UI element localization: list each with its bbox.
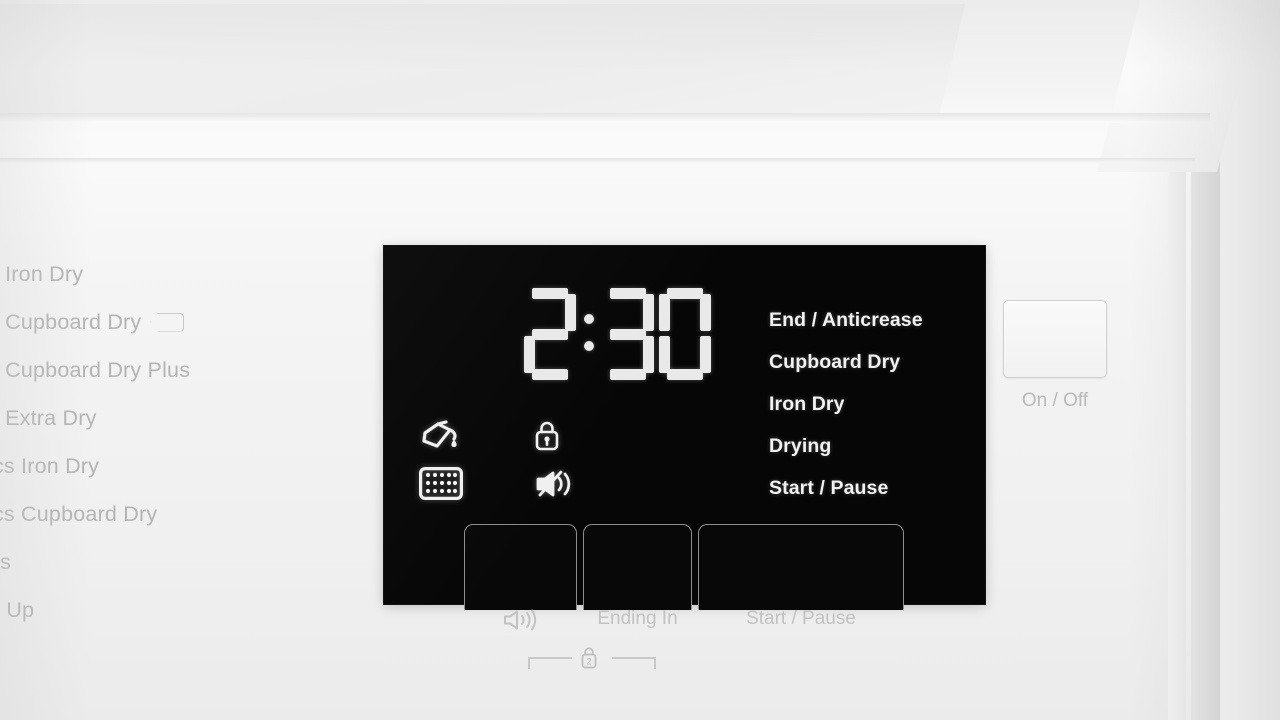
clock-digit-minutes-tens <box>602 288 654 380</box>
program-list-item[interactable]: ics Cupboard Dry <box>0 490 248 538</box>
clock-digit-minutes-ones <box>659 288 711 380</box>
clock-colon-icon <box>581 288 597 380</box>
ending-in-button[interactable] <box>583 524 692 610</box>
lid-front-bevel <box>0 113 1210 123</box>
program-list: s Iron Dry s Cupboard Dry s Cupboard Dry… <box>0 250 248 634</box>
program-list-item[interactable]: es <box>0 538 248 586</box>
program-list-item[interactable]: ics Iron Dry <box>0 442 248 490</box>
mute-icon <box>534 468 578 505</box>
program-list-item[interactable]: n Up <box>0 586 248 634</box>
child-lock-hint: 2 <box>516 646 666 670</box>
program-label: es <box>0 549 12 574</box>
appliance-right-edge <box>1168 150 1220 720</box>
child-lock-digit: 2 <box>586 656 591 666</box>
status-label-cupboard-dry: Cupboard Dry <box>769 351 901 373</box>
time-remaining-display: 2:30 <box>524 288 711 380</box>
program-list-item[interactable]: s Cupboard Dry Plus <box>0 346 248 394</box>
touch-button-row <box>464 524 904 610</box>
ending-in-button-label: Ending In <box>597 608 678 629</box>
program-label: ics Cupboard Dry <box>0 501 158 526</box>
padlock-icon: 2 <box>576 646 602 675</box>
status-label-end-anticrease: End / Anticrease <box>769 309 923 331</box>
lid-inset-panel <box>0 4 966 116</box>
program-label: s Extra Dry <box>0 405 97 430</box>
touch-button-labels: Ending In Start / Pause <box>384 608 985 638</box>
start-pause-button-label: Start / Pause <box>746 608 856 629</box>
lcd-display-panel: 2:30 <box>384 246 985 610</box>
lid-seam-line <box>0 158 1195 163</box>
program-label: s Cupboard Dry Plus <box>0 357 191 382</box>
program-label: n Up <box>0 597 35 622</box>
child-lock-icon <box>534 420 560 457</box>
filter-icon <box>419 467 463 505</box>
program-list-item[interactable]: s Extra Dry <box>0 394 248 442</box>
program-label: ics Iron Dry <box>0 453 100 478</box>
appliance-edge-highlight <box>1186 168 1191 720</box>
program-status-list: End / Anticrease Cupboard Dry Iron Dry D… <box>769 299 923 509</box>
program-label: s Iron Dry <box>0 261 84 286</box>
status-label-drying: Drying <box>769 435 832 457</box>
program-label: s Cupboard Dry <box>0 309 142 334</box>
speaker-icon <box>502 608 540 638</box>
buzzer-button-label <box>464 608 577 638</box>
program-list-item[interactable]: s Iron Dry <box>0 250 248 298</box>
water-container-icon <box>419 419 463 457</box>
program-list-item[interactable]: s Cupboard Dry <box>0 298 248 346</box>
on-off-button-label: On / Off <box>1021 390 1089 411</box>
dryer-control-panel-scene: s Iron Dry s Cupboard Dry s Cupboard Dry… <box>0 0 1280 720</box>
buzzer-button[interactable] <box>464 524 577 610</box>
clock-digit-hours <box>524 288 576 380</box>
start-pause-button[interactable] <box>698 524 904 610</box>
status-label-start-pause: Start / Pause <box>769 477 889 499</box>
status-indicator-group <box>419 414 649 510</box>
status-label-iron-dry: Iron Dry <box>769 393 845 415</box>
on-off-button[interactable] <box>1003 300 1107 378</box>
program-indicator-tag-icon <box>150 312 185 332</box>
